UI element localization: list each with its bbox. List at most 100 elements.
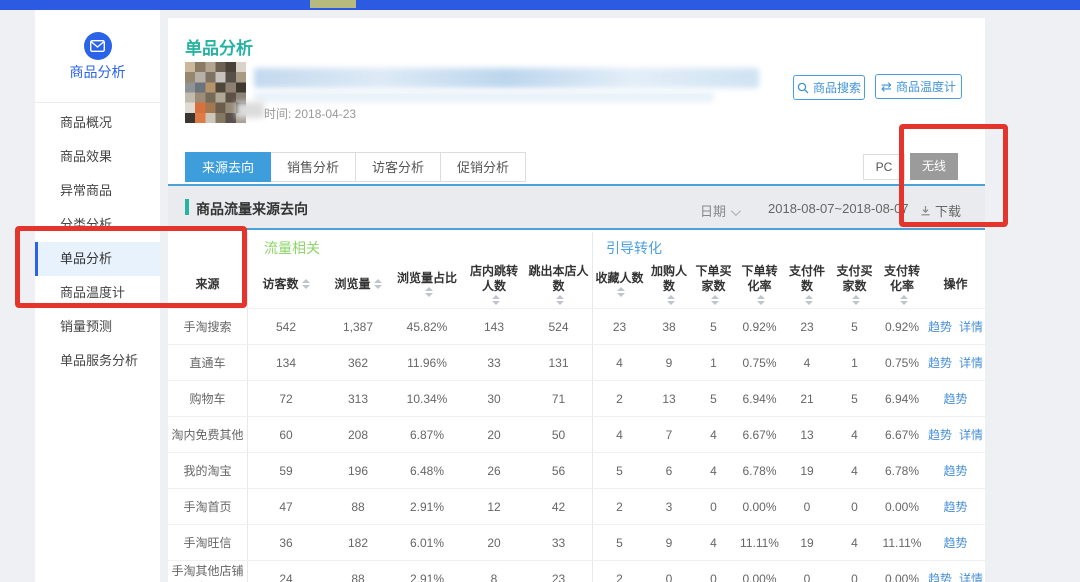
sort-icon[interactable] xyxy=(556,295,564,305)
sort-icon[interactable] xyxy=(492,295,500,305)
row-source: 手淘搜索 xyxy=(168,318,247,335)
sort-icon[interactable] xyxy=(425,287,433,297)
sort-icon[interactable] xyxy=(617,287,625,297)
row-value: 5 xyxy=(592,464,647,478)
product-subtitle-blurred xyxy=(254,92,714,102)
listed-time-blur xyxy=(236,102,264,118)
sidebar-item-link[interactable]: 商品温度计 xyxy=(35,276,160,310)
tab-active[interactable]: 来源去向 xyxy=(185,152,271,182)
row-value: 23 xyxy=(783,320,831,334)
table-row: 手淘搜索5421,38745.82%143524233850.92%2350.9… xyxy=(168,308,985,344)
sort-icon[interactable] xyxy=(302,279,310,289)
row-value: 10.34% xyxy=(391,392,463,406)
toggle-wireless-button[interactable]: 无线 xyxy=(910,153,958,180)
column-header: 收藏人数 xyxy=(592,271,647,297)
row-value: 2 xyxy=(592,572,647,582)
main-panel: 单品分析 时间: 2018-04-23 商品搜索 ⇄ 商品温度计 来源去向销售分… xyxy=(168,18,985,582)
sort-icon[interactable] xyxy=(711,295,719,305)
column-header: 店内跳转人数 xyxy=(463,264,525,305)
row-value: 11.11% xyxy=(736,536,783,550)
trend-link[interactable]: 趋势 xyxy=(943,498,967,515)
sidebar-item-link[interactable]: 单品服务分析 xyxy=(35,344,160,378)
product-analysis-logo-icon xyxy=(84,32,112,60)
analysis-tabs: 来源去向销售分析访客分析促销分析 xyxy=(185,152,526,182)
row-actions: 趋势 xyxy=(926,462,985,479)
row-value: 1 xyxy=(691,356,736,370)
tab-item[interactable]: 销售分析 xyxy=(271,152,356,182)
download-icon xyxy=(920,205,931,216)
column-label: 支付买家数 xyxy=(833,264,876,294)
column-header: 浏览量占比 xyxy=(391,271,463,297)
row-value: 5 xyxy=(691,320,736,334)
trend-link[interactable]: 趋势 xyxy=(928,318,952,335)
detail-link[interactable]: 详情 xyxy=(959,426,983,443)
row-value: 20 xyxy=(463,428,525,442)
row-value: 2 xyxy=(592,500,647,514)
sidebar-item-link[interactable]: 商品效果 xyxy=(35,140,160,174)
row-value: 11.96% xyxy=(391,356,463,370)
detail-link[interactable]: 详情 xyxy=(959,318,983,335)
row-value: 71 xyxy=(525,392,592,406)
detail-link[interactable]: 详情 xyxy=(959,570,983,582)
chevron-down-icon xyxy=(731,206,741,216)
column-label: 下单转化率 xyxy=(738,264,781,294)
row-actions: 趋势 xyxy=(926,534,985,551)
tab-item[interactable]: 促销分析 xyxy=(441,152,526,182)
row-source: 淘内免费其他 xyxy=(168,426,247,443)
sort-icon[interactable] xyxy=(805,295,813,305)
row-value: 6.67% xyxy=(736,428,783,442)
row-actions: 趋势 xyxy=(926,390,985,407)
row-value: 4 xyxy=(831,428,878,442)
row-value: 33 xyxy=(463,356,525,370)
sort-icon[interactable] xyxy=(374,279,382,289)
row-value: 208 xyxy=(325,428,391,442)
product-search-button[interactable]: 商品搜索 xyxy=(793,75,865,100)
row-value: 19 xyxy=(783,536,831,550)
row-value: 362 xyxy=(325,356,391,370)
trend-link[interactable]: 趋势 xyxy=(943,390,967,407)
row-value: 6.87% xyxy=(391,428,463,442)
sidebar-item-active[interactable]: 单品分析 xyxy=(35,242,160,276)
date-range-value[interactable]: 2018-08-07~2018-08-07 xyxy=(768,201,909,216)
table-row: 我的淘宝591966.48%26565646.78%1946.78%趋势 xyxy=(168,452,985,488)
row-value: 2.91% xyxy=(391,500,463,514)
column-header: 访客数 xyxy=(247,277,325,292)
trend-link[interactable]: 趋势 xyxy=(943,534,967,551)
download-button[interactable]: 下载 xyxy=(920,201,961,220)
row-value: 20 xyxy=(463,536,525,550)
sort-icon[interactable] xyxy=(900,295,908,305)
row-value: 21 xyxy=(783,392,831,406)
product-thermometer-button[interactable]: ⇄ 商品温度计 xyxy=(875,74,962,99)
row-value: 4 xyxy=(592,356,647,370)
column-header: 下单买家数 xyxy=(691,264,736,305)
row-value: 0.00% xyxy=(878,500,926,514)
trend-link[interactable]: 趋势 xyxy=(943,462,967,479)
sort-icon[interactable] xyxy=(852,295,860,305)
row-value: 4 xyxy=(691,464,736,478)
row-actions: 趋势详情 xyxy=(926,354,985,371)
browser-tab-indicator xyxy=(310,0,356,8)
sidebar-item-link[interactable]: 商品概况 xyxy=(35,106,160,140)
sidebar-item-link[interactable]: 异常商品 xyxy=(35,174,160,208)
trend-link[interactable]: 趋势 xyxy=(928,426,952,443)
tab-item[interactable]: 访客分析 xyxy=(356,152,441,182)
sort-icon[interactable] xyxy=(667,295,675,305)
column-label: 浏览量 xyxy=(334,277,370,292)
toggle-pc-button[interactable]: PC xyxy=(863,154,905,180)
column-label: 店内跳转人数 xyxy=(465,264,523,294)
sort-icon[interactable] xyxy=(757,295,765,305)
date-dropdown[interactable]: 日期 xyxy=(700,201,738,220)
row-value: 143 xyxy=(463,320,525,334)
detail-link[interactable]: 详情 xyxy=(959,354,983,371)
trend-link[interactable]: 趋势 xyxy=(928,570,952,582)
row-value: 42 xyxy=(525,500,592,514)
listed-time: 时间: 2018-04-23 xyxy=(264,105,356,122)
row-value: 45.82% xyxy=(391,320,463,334)
sidebar-item-link[interactable]: 销量预测 xyxy=(35,310,160,344)
row-value: 9 xyxy=(647,536,691,550)
row-value: 0 xyxy=(691,500,736,514)
trend-link[interactable]: 趋势 xyxy=(928,354,952,371)
row-value: 4 xyxy=(592,428,647,442)
row-value: 6.48% xyxy=(391,464,463,478)
sidebar-item-link[interactable]: 分类分析 xyxy=(35,208,160,242)
